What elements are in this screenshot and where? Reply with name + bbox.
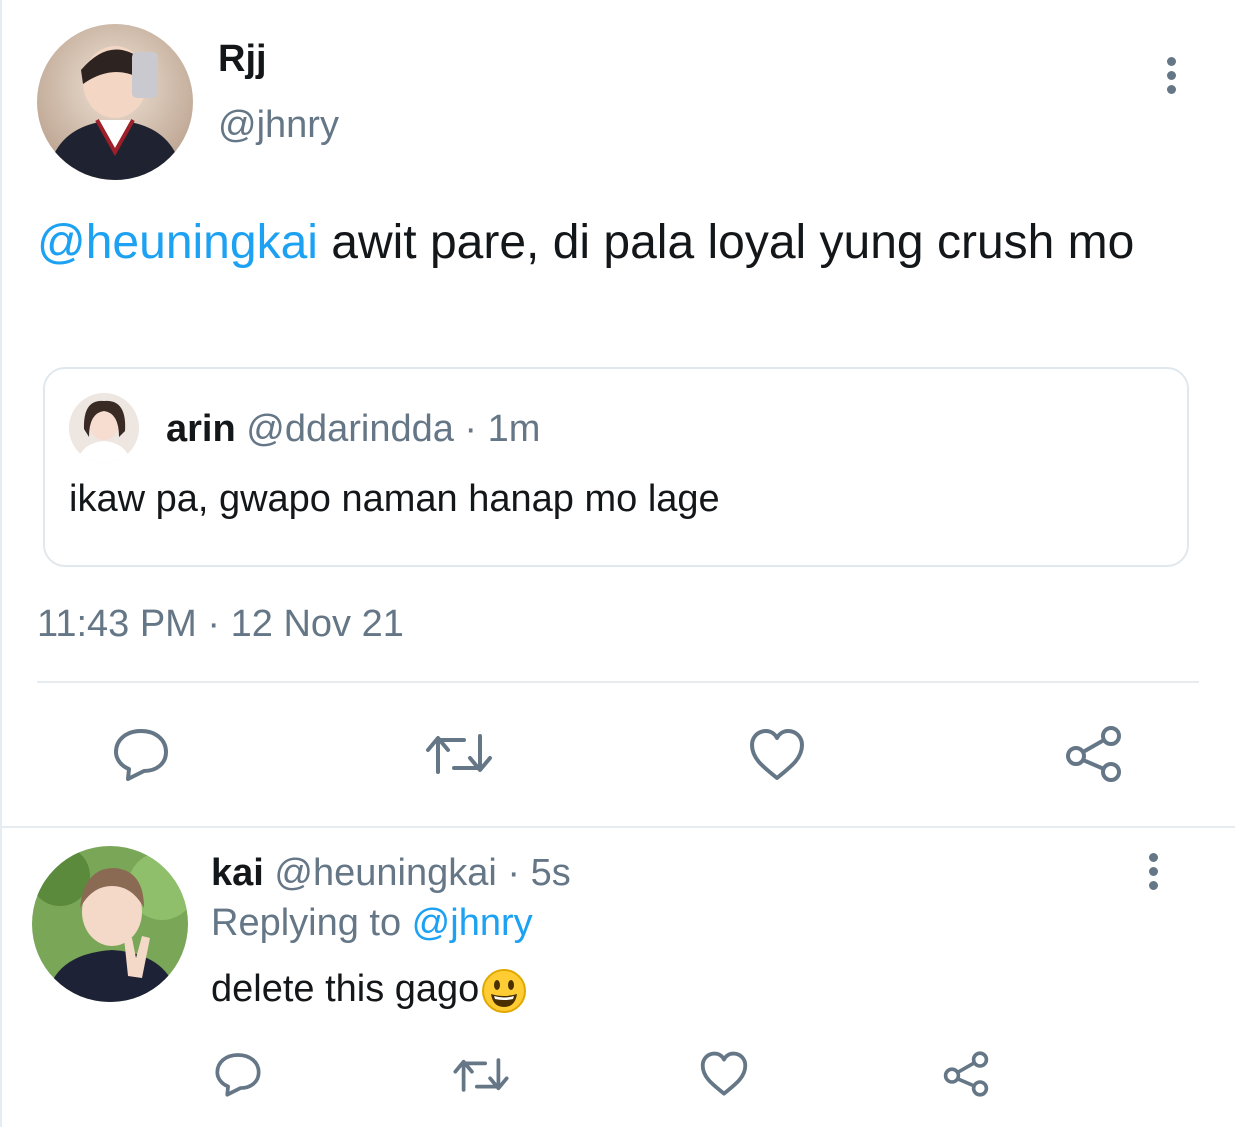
reply-author-avatar[interactable] — [32, 846, 188, 1002]
reply-timestamp: 5s — [530, 852, 571, 894]
quoted-tweet-card[interactable] — [43, 367, 1189, 567]
quoted-author-avatar — [69, 393, 139, 463]
quoted-tweet-header: arin @ddarindda · 1m — [166, 408, 540, 451]
reply-body: delete this gago — [211, 968, 480, 1011]
tweet-timestamp: 11:43 PM · 12 Nov 21 — [37, 603, 404, 646]
more-vertical-icon[interactable] — [1167, 57, 1177, 97]
reply-retweet-icon[interactable] — [452, 1053, 510, 1097]
tweet-date: 12 Nov 21 — [230, 603, 404, 645]
quoted-timestamp: 1m — [487, 408, 541, 450]
timestamp-divider — [37, 681, 1199, 683]
reply-header: kai @heuningkai · 5s — [211, 852, 571, 895]
reply-separator: · — [496, 852, 531, 894]
quoted-author-name[interactable]: arin — [166, 408, 236, 450]
reply-more-vertical-icon[interactable] — [1149, 853, 1159, 893]
reply-icon[interactable] — [112, 727, 170, 781]
replying-to-label: Replying to — [211, 902, 412, 944]
mention-link[interactable]: @heuningkai — [37, 216, 318, 269]
main-author-handle[interactable]: @jhnry — [218, 104, 339, 147]
reply-text: delete this gago — [211, 968, 527, 1014]
reply-author-name[interactable]: kai — [211, 852, 264, 894]
share-icon[interactable] — [1064, 724, 1128, 784]
tweet-divider — [0, 826, 1235, 828]
retweet-icon[interactable] — [424, 728, 494, 780]
main-author-avatar[interactable] — [37, 24, 193, 180]
quoted-separator: · — [453, 408, 488, 450]
grinning-face-emoji-icon — [481, 968, 527, 1014]
heart-icon[interactable] — [748, 728, 806, 782]
reply-author-handle[interactable]: @heuningkai — [274, 852, 496, 894]
left-divider — [0, 0, 2, 1127]
reply-reply-icon[interactable] — [214, 1051, 262, 1097]
replying-to: Replying to @jhnry — [211, 902, 533, 945]
timestamp-separator: · — [196, 603, 231, 645]
quoted-author-handle[interactable]: @ddarindda — [246, 408, 454, 450]
tweet-time: 11:43 PM — [37, 603, 197, 645]
replying-to-handle[interactable]: @jhnry — [412, 902, 533, 944]
main-author-name[interactable]: Rjj — [218, 38, 267, 81]
reply-share-icon[interactable] — [942, 1050, 994, 1098]
tweet-body: awit pare, di pala loyal yung crush mo — [317, 216, 1135, 269]
tweet-text: @heuningkai awit pare, di pala loyal yun… — [37, 210, 1197, 276]
quoted-tweet-text: ikaw pa, gwapo naman hanap mo lage — [69, 478, 720, 520]
reply-heart-icon[interactable] — [699, 1051, 749, 1097]
